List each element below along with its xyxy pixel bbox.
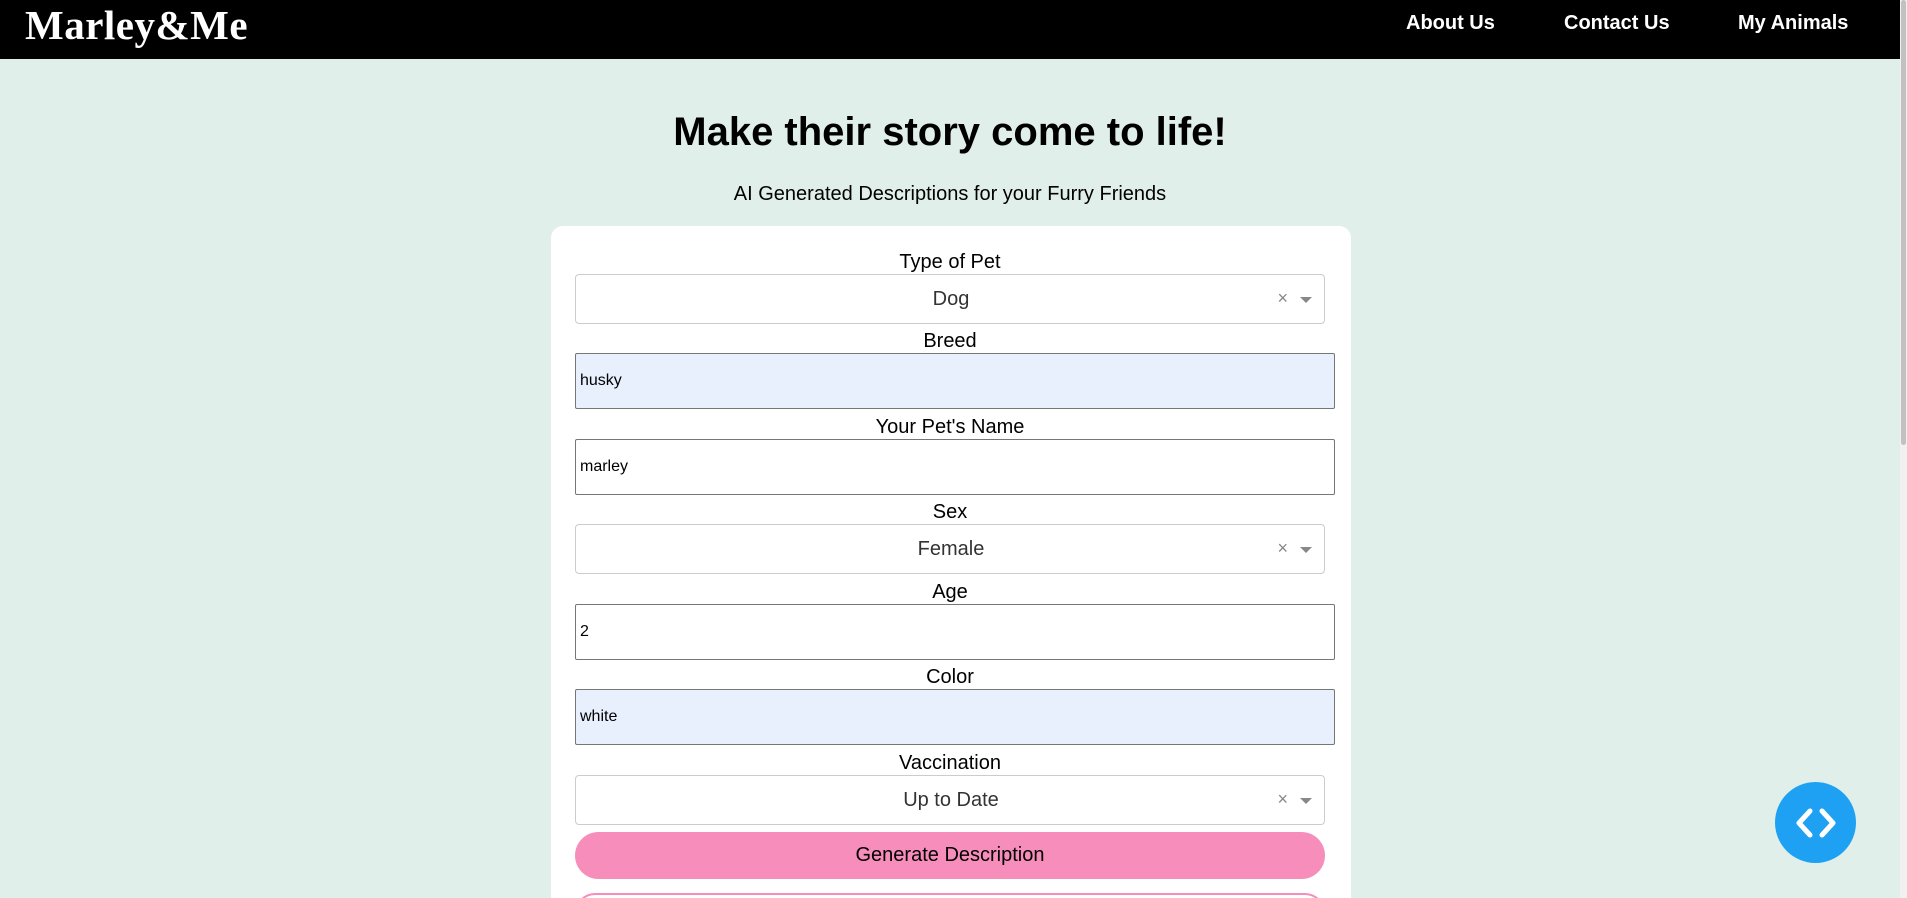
description-output-box — [575, 893, 1325, 898]
breed-label: Breed — [923, 330, 977, 352]
chevron-down-icon[interactable] — [1300, 798, 1312, 804]
code-toggle-button[interactable] — [1775, 782, 1856, 863]
vaccination-label: Vaccination — [899, 752, 1001, 774]
top-navbar: Marley&Me About Us Contact Us My Animals — [0, 0, 1900, 59]
vaccination-value: Up to Date — [903, 789, 999, 811]
nav-link-my-animals[interactable]: My Animals — [1738, 12, 1848, 34]
age-label: Age — [932, 581, 968, 603]
type-of-pet-select[interactable]: Dog × — [575, 274, 1325, 324]
close-icon[interactable]: × — [1277, 537, 1288, 559]
type-of-pet-label: Type of Pet — [899, 251, 1001, 273]
nav-link-contact-us[interactable]: Contact Us — [1564, 12, 1670, 34]
pet-name-label: Your Pet's Name — [875, 416, 1025, 438]
pet-name-input[interactable] — [575, 439, 1335, 495]
page-subtitle: AI Generated Descriptions for your Furry… — [733, 183, 1167, 205]
generate-description-button[interactable]: Generate Description — [575, 832, 1325, 879]
page-title: Make their story come to life! — [673, 110, 1227, 154]
nav-link-about-us[interactable]: About Us — [1406, 12, 1495, 34]
brand-logo[interactable]: Marley&Me — [25, 2, 248, 48]
sex-value: Female — [917, 538, 985, 560]
chevron-down-icon[interactable] — [1300, 297, 1312, 303]
sex-select[interactable]: Female × — [575, 524, 1325, 574]
color-label: Color — [926, 666, 974, 688]
close-icon[interactable]: × — [1277, 287, 1288, 309]
vaccination-select[interactable]: Up to Date × — [575, 775, 1325, 825]
color-input[interactable] — [575, 689, 1335, 745]
code-brackets-icon — [1796, 808, 1836, 838]
sex-label: Sex — [932, 501, 968, 523]
scrollbar-thumb[interactable] — [1901, 0, 1906, 445]
chevron-down-icon[interactable] — [1300, 547, 1312, 553]
age-input[interactable] — [575, 604, 1335, 660]
breed-input[interactable] — [575, 353, 1335, 409]
close-icon[interactable]: × — [1277, 788, 1288, 810]
type-of-pet-value: Dog — [932, 288, 970, 310]
